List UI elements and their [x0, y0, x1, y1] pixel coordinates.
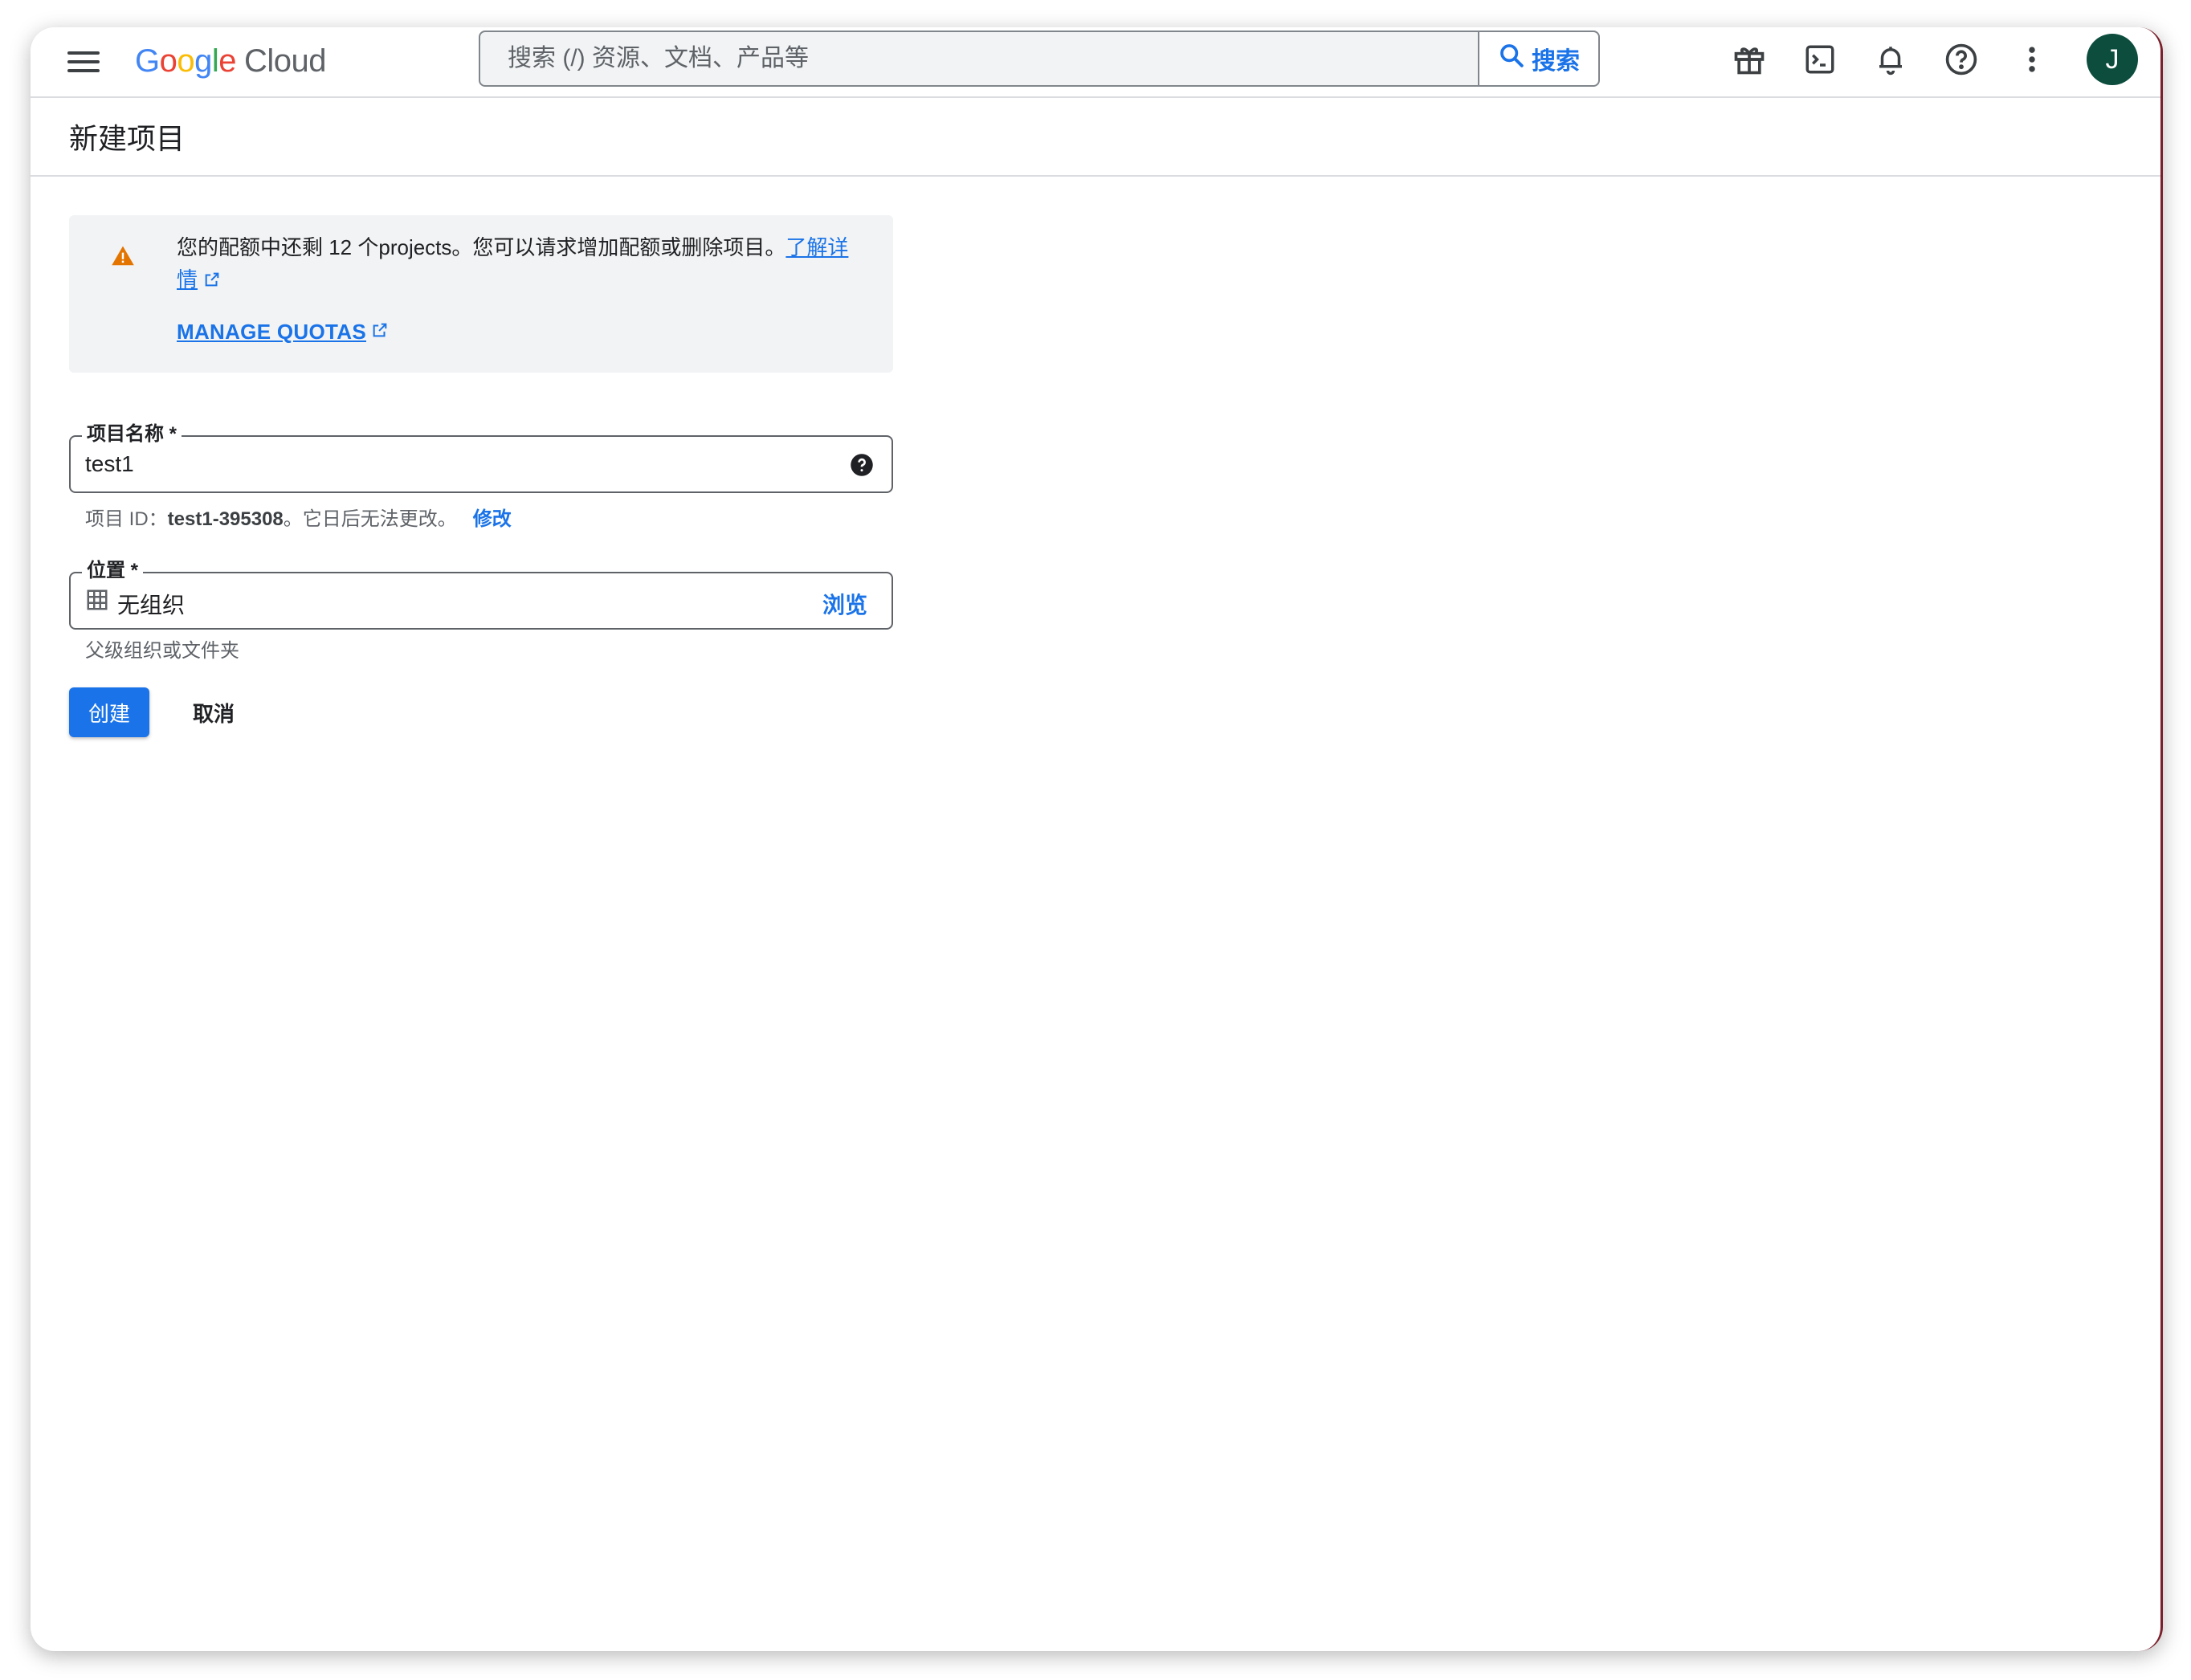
project-name-field: 项目名称 * — [69, 422, 893, 493]
location-label: 位置 * — [82, 559, 144, 583]
browser-window: Google Cloud 搜索 (/) 资源、文档、产品等 搜索 J 新建项目 … — [31, 27, 2163, 1651]
manage-quotas-label: MANAGE QUOTAS — [177, 320, 366, 344]
logo-letter: g — [194, 43, 212, 79]
logo-letter: G — [135, 43, 160, 79]
logo-suffix: Cloud — [244, 43, 327, 79]
more-vert-icon[interactable] — [2013, 40, 2051, 79]
create-button[interactable]: 创建 — [69, 687, 149, 737]
warning-icon — [111, 244, 135, 272]
main-menu-button[interactable] — [67, 47, 100, 77]
project-name-label: 项目名称 * — [82, 422, 182, 447]
page-title: 新建项目 — [69, 122, 186, 155]
location-field: 位置 * 无组织 浏览 — [69, 559, 893, 630]
search-input[interactable] — [480, 32, 1478, 85]
edit-project-id-link[interactable]: 修改 — [473, 508, 512, 530]
external-link-icon — [203, 265, 221, 297]
location-hint: 父级组织或文件夹 — [85, 640, 239, 662]
alert-message: 您的配额中还剩 12 个projects。您可以请求增加配额或删除项目。了解详情 — [177, 231, 867, 297]
building-icon — [85, 588, 109, 616]
page-header: 新建项目 — [31, 98, 2160, 177]
logo-letter: o — [177, 43, 195, 79]
avatar[interactable]: J — [2087, 34, 2138, 85]
project-name-input[interactable] — [85, 451, 808, 477]
project-id-prefix: 项目 ID： — [85, 508, 168, 530]
menu-bar-line — [67, 51, 100, 55]
alert-text: 您的配额中还剩 12 个projects。您可以请求增加配额或删除项目。 — [177, 235, 786, 259]
search-bar: 搜索 — [479, 31, 1600, 87]
project-id-suffix: 。它日后无法更改。 — [283, 508, 457, 530]
menu-bar-line — [67, 60, 100, 63]
google-cloud-logo[interactable]: Google Cloud — [135, 39, 327, 84]
cloud-shell-icon[interactable] — [1801, 40, 1839, 79]
help-icon[interactable] — [1942, 40, 1981, 79]
logo-letter: e — [218, 43, 237, 79]
browse-button[interactable]: 浏览 — [822, 588, 867, 620]
quota-alert: 您的配额中还剩 12 个projects。您可以请求增加配额或删除项目。了解详情… — [69, 215, 893, 373]
external-link-icon — [371, 320, 389, 345]
notifications-icon[interactable] — [1871, 40, 1910, 79]
project-id-value: test1-395308 — [167, 508, 284, 530]
project-id-hint: 项目 ID：test1-395308。它日后无法更改。 修改 — [85, 503, 512, 531]
search-button-label: 搜索 — [1532, 48, 1580, 75]
manage-quotas-link[interactable]: MANAGE QUOTAS — [177, 320, 389, 345]
logo-letter: o — [159, 43, 177, 79]
gift-icon[interactable] — [1730, 40, 1769, 79]
search-icon — [1498, 42, 1525, 75]
cancel-button[interactable]: 取消 — [173, 687, 254, 737]
top-bar: Google Cloud 搜索 (/) 资源、文档、产品等 搜索 J — [31, 27, 2160, 98]
search-button[interactable]: 搜索 — [1478, 32, 1598, 85]
help-circle-icon[interactable] — [850, 453, 874, 481]
menu-bar-line — [67, 69, 100, 72]
location-value: 无组织 — [117, 593, 186, 618]
top-bar-actions: J — [1730, 31, 2138, 88]
logo-letter: l — [211, 43, 219, 79]
